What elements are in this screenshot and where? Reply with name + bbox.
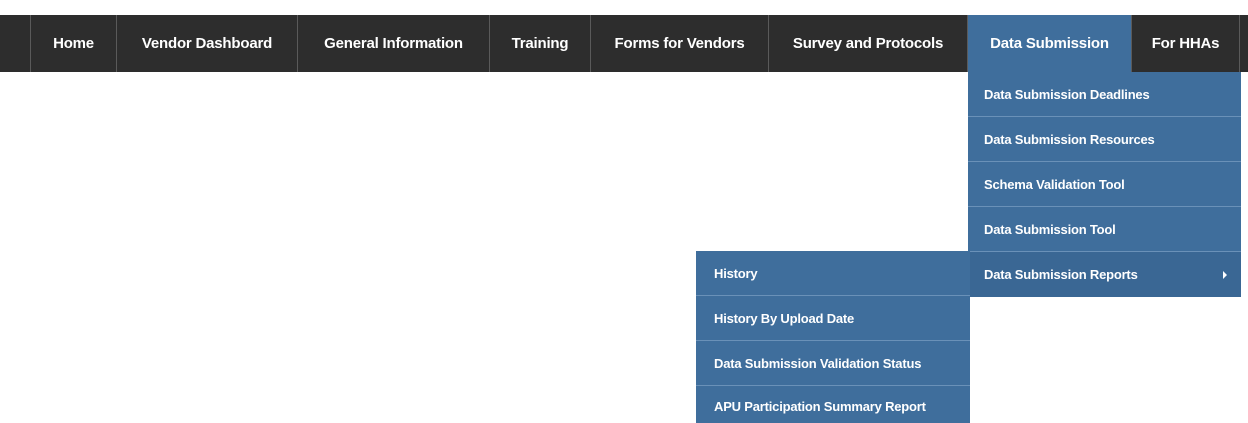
menu-item-schema-validation-tool[interactable]: Schema Validation Tool — [968, 162, 1241, 207]
menu-item-data-submission-tool[interactable]: Data Submission Tool — [968, 207, 1241, 252]
submenu-item-history-by-upload-date[interactable]: History By Upload Date — [696, 296, 970, 341]
data-submission-dropdown: Data Submission Deadlines Data Submissio… — [968, 72, 1241, 297]
nav-item-survey-and-protocols[interactable]: Survey and Protocols — [769, 15, 968, 72]
nav-item-general-information[interactable]: General Information — [298, 15, 490, 72]
main-navbar: Home Vendor Dashboard General Informatio… — [0, 15, 1248, 72]
data-submission-reports-submenu: History History By Upload Date Data Subm… — [696, 251, 970, 423]
menu-item-data-submission-reports[interactable]: Data Submission Reports — [968, 252, 1241, 297]
nav-item-data-submission[interactable]: Data Submission — [968, 15, 1132, 72]
submenu-item-apu-participation-summary-report[interactable]: APU Participation Summary Report — [696, 386, 970, 423]
caret-right-icon — [1223, 270, 1227, 279]
menu-item-label: Data Submission Reports — [984, 267, 1138, 282]
submenu-item-history[interactable]: History — [696, 251, 970, 296]
nav-item-vendor-dashboard[interactable]: Vendor Dashboard — [117, 15, 298, 72]
nav-item-for-hhas[interactable]: For HHAs — [1132, 15, 1240, 72]
menu-item-data-submission-deadlines[interactable]: Data Submission Deadlines — [968, 72, 1241, 117]
submenu-item-data-submission-validation-status[interactable]: Data Submission Validation Status — [696, 341, 970, 386]
menu-item-data-submission-resources[interactable]: Data Submission Resources — [968, 117, 1241, 162]
nav-item-forms-for-vendors[interactable]: Forms for Vendors — [591, 15, 769, 72]
nav-item-home[interactable]: Home — [31, 15, 117, 72]
nav-item-training[interactable]: Training — [490, 15, 591, 72]
page: Home Vendor Dashboard General Informatio… — [0, 0, 1248, 423]
